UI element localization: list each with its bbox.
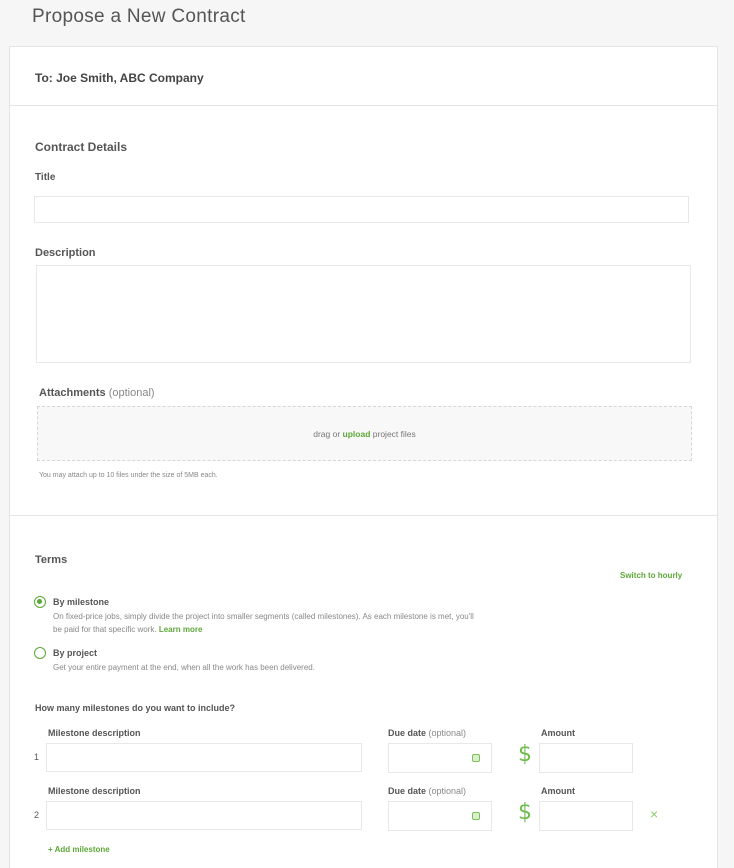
learn-more-link[interactable]: Learn more (159, 625, 203, 634)
by-project-label[interactable]: By project (53, 648, 97, 658)
attachment-hint: You may attach up to 10 files under the … (39, 472, 218, 479)
contract-form-card: To: Joe Smith, ABC Company Contract Deta… (9, 46, 718, 868)
milestone-2-amount-input[interactable] (539, 801, 633, 831)
contract-details-heading: Contract Details (35, 140, 128, 154)
milestone-1-amount-label: Amount (541, 728, 575, 738)
attachments-optional: (optional) (108, 387, 155, 399)
attachments-label-text: Attachments (39, 387, 106, 399)
add-milestone-link[interactable]: + Add milestone (48, 845, 110, 854)
description-textarea[interactable] (36, 265, 691, 363)
milestone-2-description-label: Milestone description (48, 786, 141, 796)
recipient-header: To: Joe Smith, ABC Company (10, 47, 717, 106)
dollar-icon: $ (518, 800, 532, 825)
file-dropzone[interactable]: drag or upload project files (37, 406, 692, 461)
calendar-icon[interactable] (472, 812, 480, 820)
contract-details-section: Contract Details Title Description Attac… (10, 106, 717, 516)
by-milestone-label[interactable]: By milestone (53, 597, 109, 607)
switch-to-hourly-link[interactable]: Switch to hourly (620, 571, 682, 580)
due-date-text: Due date (388, 786, 427, 796)
milestone-2-description-input[interactable] (46, 801, 362, 830)
by-milestone-description: On fixed-price jobs, simply divide the p… (53, 610, 483, 636)
terms-section: Terms Switch to hourly By milestone On f… (10, 516, 717, 868)
milestone-2-due-label: Due date (optional) (388, 786, 466, 796)
by-project-description: Get your entire payment at the end, when… (53, 663, 315, 672)
milestone-1-number: 1 (34, 752, 40, 762)
title-label: Title (35, 172, 56, 183)
milestone-1-description-label: Milestone description (48, 728, 141, 738)
remove-milestone-icon[interactable]: × (650, 806, 658, 822)
milestone-1-due-label: Due date (optional) (388, 728, 466, 738)
page-title: Propose a New Contract (32, 6, 246, 27)
dropzone-suffix: project files (372, 429, 416, 439)
milestone-2-amount-label: Amount (541, 786, 575, 796)
calendar-icon[interactable] (472, 754, 480, 762)
radio-by-project[interactable] (34, 647, 46, 659)
milestones-question: How many milestones do you want to inclu… (35, 703, 236, 713)
description-label: Description (35, 247, 96, 259)
radio-by-milestone[interactable] (34, 596, 46, 608)
title-input[interactable] (34, 196, 689, 223)
terms-heading: Terms (35, 554, 68, 566)
upload-link[interactable]: upload (343, 429, 371, 439)
attachments-label: Attachments (optional) (39, 387, 155, 399)
milestone-1-description-input[interactable] (46, 743, 362, 772)
dollar-icon: $ (518, 742, 532, 767)
milestone-1-amount-input[interactable] (539, 743, 633, 773)
dropzone-prefix: drag or (313, 429, 341, 439)
by-milestone-description-text: On fixed-price jobs, simply divide the p… (53, 612, 474, 634)
due-date-text: Due date (388, 728, 427, 738)
due-date-optional: (optional) (428, 786, 467, 796)
milestone-2-number: 2 (34, 810, 40, 820)
due-date-optional: (optional) (428, 728, 467, 738)
